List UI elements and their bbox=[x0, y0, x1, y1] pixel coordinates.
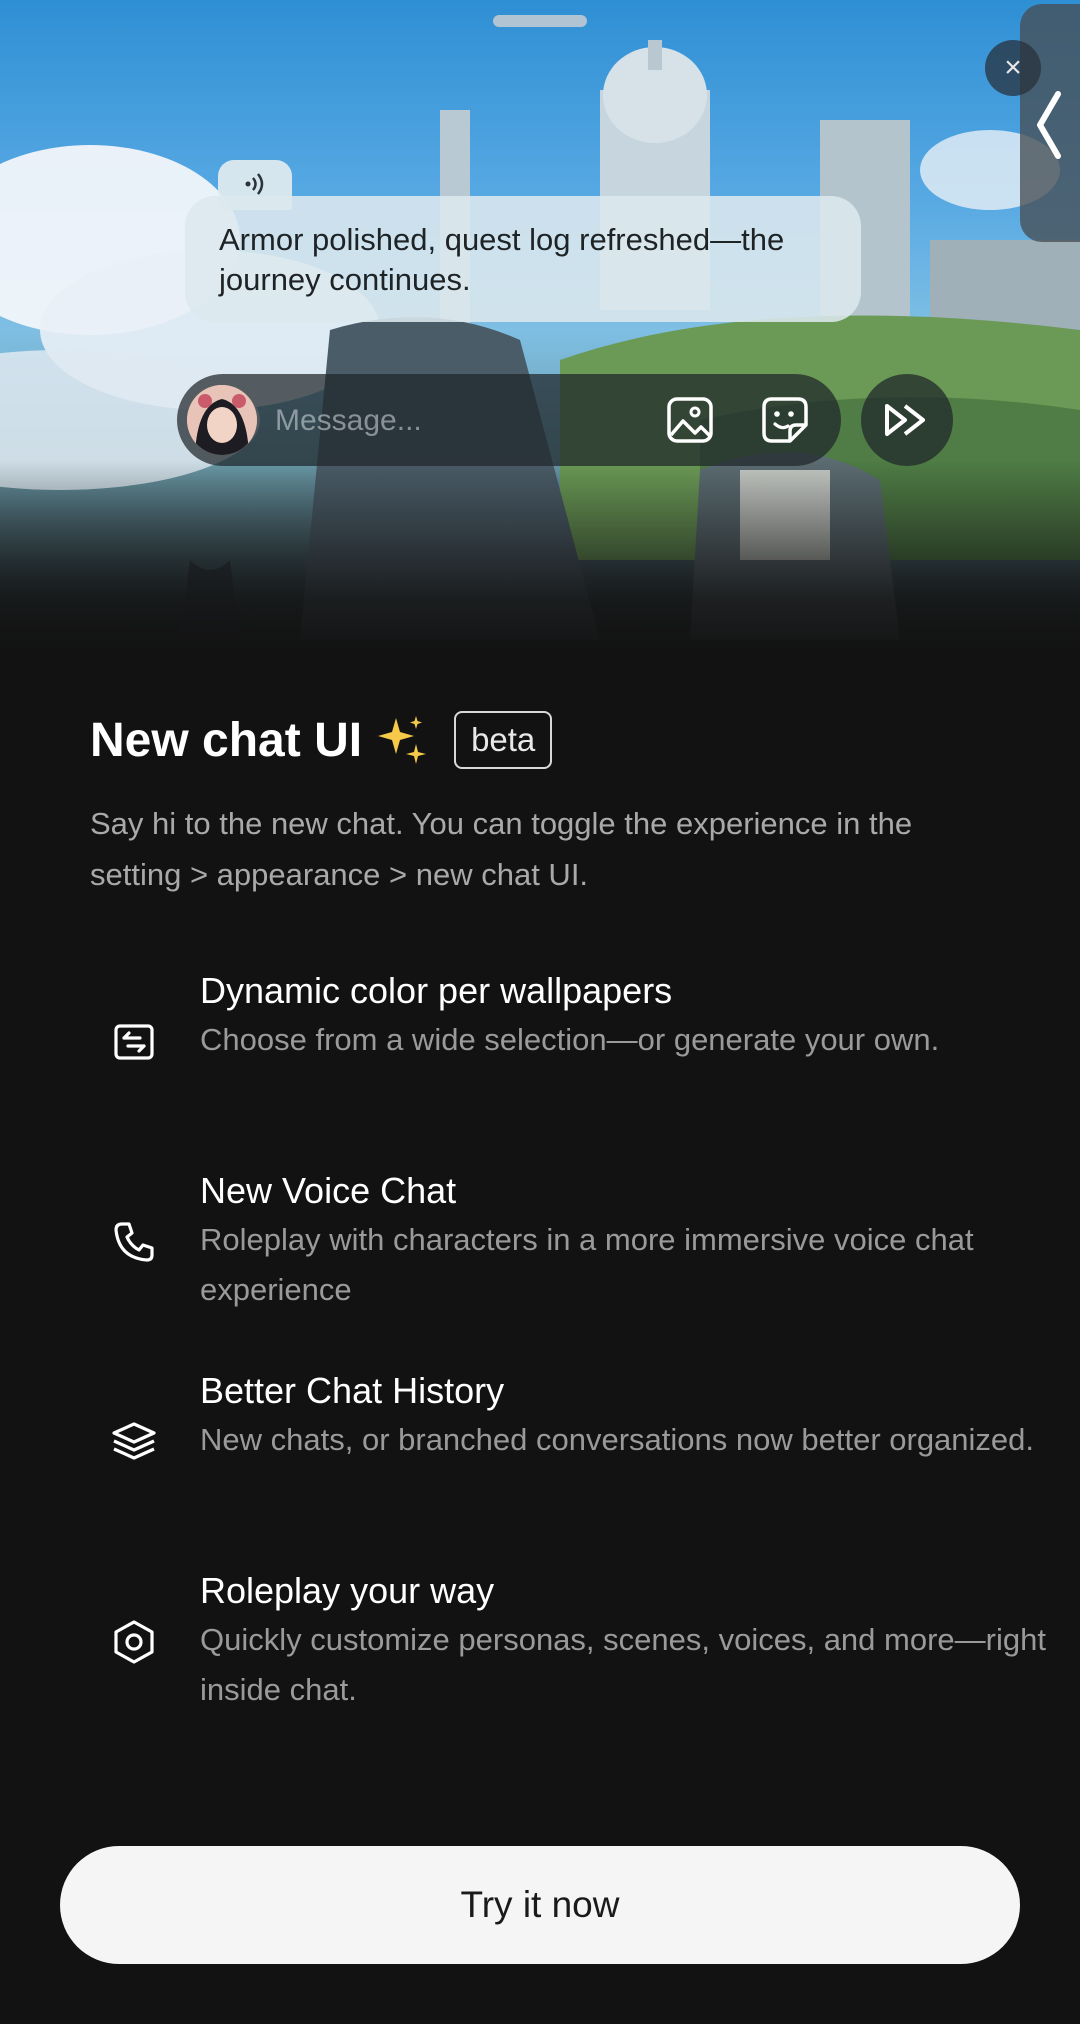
message-input[interactable] bbox=[273, 396, 617, 446]
sticker-icon[interactable] bbox=[760, 395, 810, 445]
beta-badge: beta bbox=[454, 711, 553, 769]
chat-message-bubble: Armor polished, quest log refreshed—the … bbox=[185, 196, 861, 322]
message-composer bbox=[177, 374, 841, 466]
hero-fade-overlay bbox=[0, 460, 1080, 660]
try-it-now-button[interactable]: Try it now bbox=[60, 1846, 1020, 1964]
sparkles-icon bbox=[378, 716, 427, 764]
avatar[interactable] bbox=[187, 385, 257, 455]
wallpaper-icon bbox=[114, 1024, 154, 1060]
feature-description: Roleplay with characters in a more immer… bbox=[200, 1222, 974, 1307]
fast-forward-button[interactable] bbox=[861, 374, 953, 466]
feature-item-chat-history: Better Chat History New chats, or branch… bbox=[200, 1368, 1060, 1465]
feature-title: Better Chat History bbox=[200, 1370, 505, 1411]
page-title: New chat UI bbox=[90, 713, 363, 767]
feature-title: Roleplay your way bbox=[200, 1570, 495, 1611]
feature-item-voice-chat: New Voice Chat Roleplay with characters … bbox=[200, 1168, 1060, 1315]
feature-description: New chats, or branched conversations now… bbox=[200, 1422, 1035, 1457]
sheet-header: New chat UI beta bbox=[90, 705, 553, 775]
feature-description: Choose from a wide selection—or generate… bbox=[200, 1022, 940, 1057]
feature-title: New Voice Chat bbox=[200, 1170, 457, 1211]
voice-wave-icon bbox=[245, 173, 264, 195]
feature-description: Quickly customize personas, scenes, voic… bbox=[200, 1622, 1046, 1707]
close-button[interactable]: × bbox=[985, 40, 1041, 96]
image-icon[interactable] bbox=[665, 395, 715, 445]
sheet-subtitle: Say hi to the new chat. You can toggle t… bbox=[90, 806, 913, 892]
feature-title: Dynamic color per wallpapers bbox=[200, 970, 673, 1011]
phone-icon bbox=[114, 1222, 154, 1262]
side-panel-tab[interactable] bbox=[1020, 4, 1080, 242]
sheet-grab-handle[interactable] bbox=[493, 15, 587, 27]
fast-forward-icon bbox=[885, 404, 925, 436]
feature-item-roleplay: Roleplay your way Quickly customize pers… bbox=[200, 1568, 1060, 1715]
chevron-left-icon bbox=[1037, 91, 1061, 159]
layers-icon bbox=[112, 1422, 156, 1460]
hexagon-icon bbox=[114, 1620, 154, 1664]
feature-item-dynamic-color: Dynamic color per wallpapers Choose from… bbox=[200, 968, 1060, 1065]
wallpaper-preview: × Armor polished, quest log refreshed—th… bbox=[0, 0, 1080, 660]
